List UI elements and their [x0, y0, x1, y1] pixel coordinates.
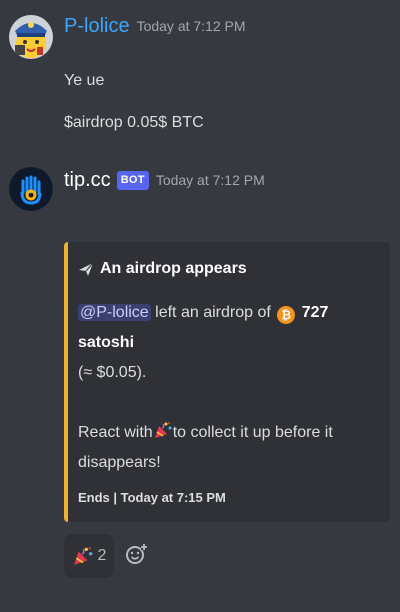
reaction-party-popper[interactable]: 2	[64, 534, 114, 578]
embed-text: (≈ $0.05).	[78, 364, 147, 381]
party-popper-icon	[154, 422, 172, 438]
embed-description: @P-lolice left an airdrop of ₿ 727 satos…	[78, 298, 378, 478]
airplane-icon	[79, 262, 94, 276]
user-mention[interactable]: @P-lolice	[78, 304, 151, 321]
embed-text: disappears!	[78, 454, 161, 471]
message-text: Ye ue	[64, 72, 105, 89]
message-text: $airdrop 0.05$ BTC	[64, 114, 204, 131]
avatar-p-lolice[interactable]	[9, 15, 53, 59]
timestamp: Today at 7:12 PM	[136, 18, 246, 34]
timestamp: Today at 7:12 PM	[155, 172, 265, 188]
username[interactable]: P-lolice	[64, 12, 130, 40]
username[interactable]: tip.cc	[64, 166, 111, 194]
avatar-tip-cc[interactable]	[9, 167, 53, 211]
message-header: tip.cc BOT Today at 7:12 PM	[64, 166, 265, 194]
embed-footer: Ends | Today at 7:15 PM	[78, 490, 226, 505]
embed-text: React with	[78, 424, 153, 441]
message-header: P-lolice Today at 7:12 PM	[64, 12, 246, 40]
embed-text: to collect it up before it	[172, 424, 333, 441]
embed-title: An airdrop appears	[78, 260, 247, 278]
bitcoin-icon: ₿	[277, 306, 296, 324]
bot-badge: BOT	[116, 170, 149, 190]
add-reaction-button[interactable]	[124, 542, 148, 566]
embed-text: left an airdrop of	[155, 304, 271, 321]
airdrop-embed: An airdrop appears @P-lolice left an air…	[64, 242, 390, 522]
party-popper-icon	[73, 547, 92, 565]
reaction-count: 2	[97, 547, 107, 564]
tip-cc-logo-icon	[9, 167, 53, 211]
police-emoji-avatar-icon	[9, 15, 53, 59]
embed-title-text: An airdrop appears	[100, 260, 247, 277]
add-reaction-icon	[126, 543, 147, 564]
